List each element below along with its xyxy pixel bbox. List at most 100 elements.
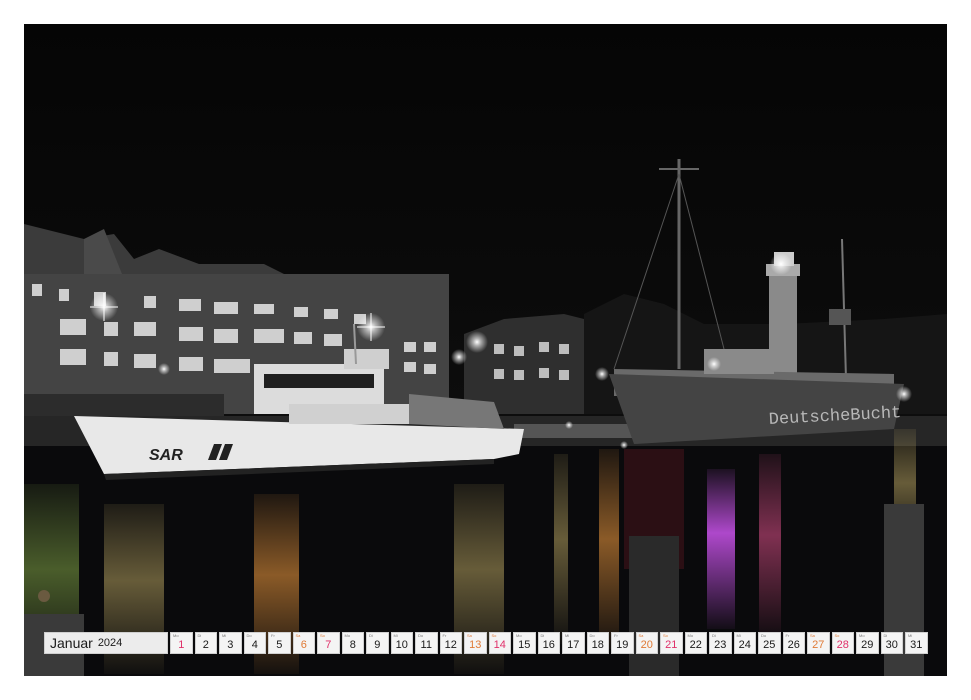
weekday-abbr: Di: [197, 633, 202, 638]
weekday-abbr: Do: [418, 633, 424, 638]
day-number: 4: [251, 639, 258, 651]
day-cell: Di 9: [366, 632, 389, 654]
weekday-abbr: Fr: [785, 633, 790, 638]
weekday-abbr: Mo: [859, 633, 865, 638]
day-cell: So 28: [831, 632, 854, 654]
weekday-abbr: Sa: [467, 633, 472, 638]
weekday-abbr: Fr: [614, 633, 618, 638]
day-cell: Di 16: [537, 632, 560, 654]
weekday-abbr: So: [320, 633, 325, 638]
day-cell: Sa 20: [635, 632, 658, 654]
weekday-abbr: Mo: [173, 633, 179, 638]
day-number: 15: [518, 639, 531, 651]
weekday-abbr: So: [663, 633, 668, 638]
day-cell: So 21: [660, 632, 683, 654]
boat-marking-text: SAR: [149, 447, 183, 464]
bollard-top: [38, 590, 50, 602]
day-number: 24: [738, 639, 751, 651]
weekday-abbr: So: [491, 633, 497, 638]
pier: [514, 424, 644, 438]
day-cell: Mi 24: [733, 632, 756, 654]
weekday-abbr: Do: [589, 633, 595, 638]
day-cell: Sa 13: [464, 632, 487, 654]
weekday-abbr: Mo: [344, 633, 351, 638]
day-number: 21: [665, 639, 678, 651]
weekday-abbr: Mo: [687, 633, 694, 638]
day-number: 9: [374, 639, 381, 651]
month-name: Januar: [50, 635, 93, 651]
day-cell: Di 2: [194, 632, 217, 654]
day-cell: Mo 1: [170, 632, 193, 654]
day-number: 7: [325, 639, 332, 651]
day-number: 19: [616, 639, 629, 651]
month-label-box: Januar 2024: [44, 632, 168, 654]
day-cell: Fr 12: [439, 632, 462, 654]
day-cell: Mi 31: [905, 632, 928, 654]
weekday-abbr: Di: [369, 633, 373, 638]
day-cell: Mi 3: [219, 632, 242, 654]
day-number: 18: [591, 639, 604, 651]
day-cell: Fr 19: [611, 632, 634, 654]
day-number: 5: [276, 639, 283, 651]
month-year: 2024: [97, 637, 123, 649]
day-cell: Di 23: [709, 632, 732, 654]
day-cell: Mo 22: [684, 632, 707, 654]
weekday-abbr: Di: [540, 633, 545, 638]
day-number: 29: [861, 639, 874, 651]
day-cell: Fr 26: [782, 632, 805, 654]
day-number: 1: [178, 639, 185, 651]
day-number: 25: [763, 639, 776, 651]
weekday-abbr: Do: [761, 633, 767, 638]
day-number: 14: [493, 639, 506, 651]
weekday-abbr: Sa: [810, 633, 815, 638]
weekday-abbr: Sa: [295, 633, 301, 638]
day-number: 6: [300, 639, 307, 651]
day-number: 10: [395, 639, 408, 651]
day-cell: Mo 8: [341, 632, 364, 654]
day-number: 13: [469, 639, 482, 651]
weekday-abbr: Fr: [271, 633, 275, 638]
day-number: 28: [836, 639, 849, 651]
day-number: 16: [542, 639, 555, 651]
weekday-abbr: Sa: [638, 633, 644, 638]
weekday-abbr: Di: [712, 633, 716, 638]
day-cell: Di 30: [880, 632, 903, 654]
photo-scene: DeutscheBucht SAR: [24, 159, 947, 676]
day-cell: So 14: [488, 632, 511, 654]
weekday-abbr: Di: [883, 633, 888, 638]
day-cell: Mi 17: [562, 632, 585, 654]
day-cell: Fr 5: [268, 632, 291, 654]
calendar-strip: Januar 2024 Mo 1 Di 2 Mi 3 Do 4 Fr 5 Sa 6 So 7 Mo 8 Di 9 M…: [44, 632, 930, 656]
weekday-abbr: Mi: [393, 633, 398, 638]
day-cell: Mo 29: [856, 632, 879, 654]
street-level: [24, 394, 224, 416]
day-number: 11: [420, 639, 432, 651]
day-number: 23: [714, 639, 727, 651]
day-number: 12: [444, 639, 457, 651]
day-cell: Do 25: [758, 632, 781, 654]
weekday-abbr: Mo: [516, 633, 522, 638]
day-cell: Do 18: [586, 632, 609, 654]
day-number: 3: [227, 639, 234, 651]
weekday-abbr: Mi: [565, 633, 570, 638]
day-number: 2: [202, 639, 209, 651]
day-cell: Mi 10: [390, 632, 413, 654]
weekday-abbr: Mi: [222, 633, 227, 638]
weekday-abbr: Fr: [442, 633, 447, 638]
day-number: 26: [787, 639, 800, 651]
day-cell: Sa 6: [292, 632, 315, 654]
day-cells: Mo 1 Di 2 Mi 3 Do 4 Fr 5 Sa 6 So 7 Mo 8 Di 9 Mi 10 Do 11 Fr 12 S…: [170, 632, 930, 656]
weekday-abbr: Do: [246, 633, 252, 638]
day-number: 20: [640, 639, 653, 651]
day-number: 8: [349, 639, 356, 651]
day-cell: Mo 15: [513, 632, 536, 654]
day-number: 27: [812, 639, 825, 651]
day-cell: Sa 27: [807, 632, 830, 654]
day-cell: Do 11: [415, 632, 438, 654]
weekday-abbr: Mi: [736, 633, 741, 638]
weekday-abbr: So: [834, 633, 840, 638]
day-number: 30: [885, 639, 898, 651]
day-cell: Do 4: [243, 632, 266, 654]
day-cell: So 7: [317, 632, 340, 654]
day-number: 31: [910, 639, 923, 651]
